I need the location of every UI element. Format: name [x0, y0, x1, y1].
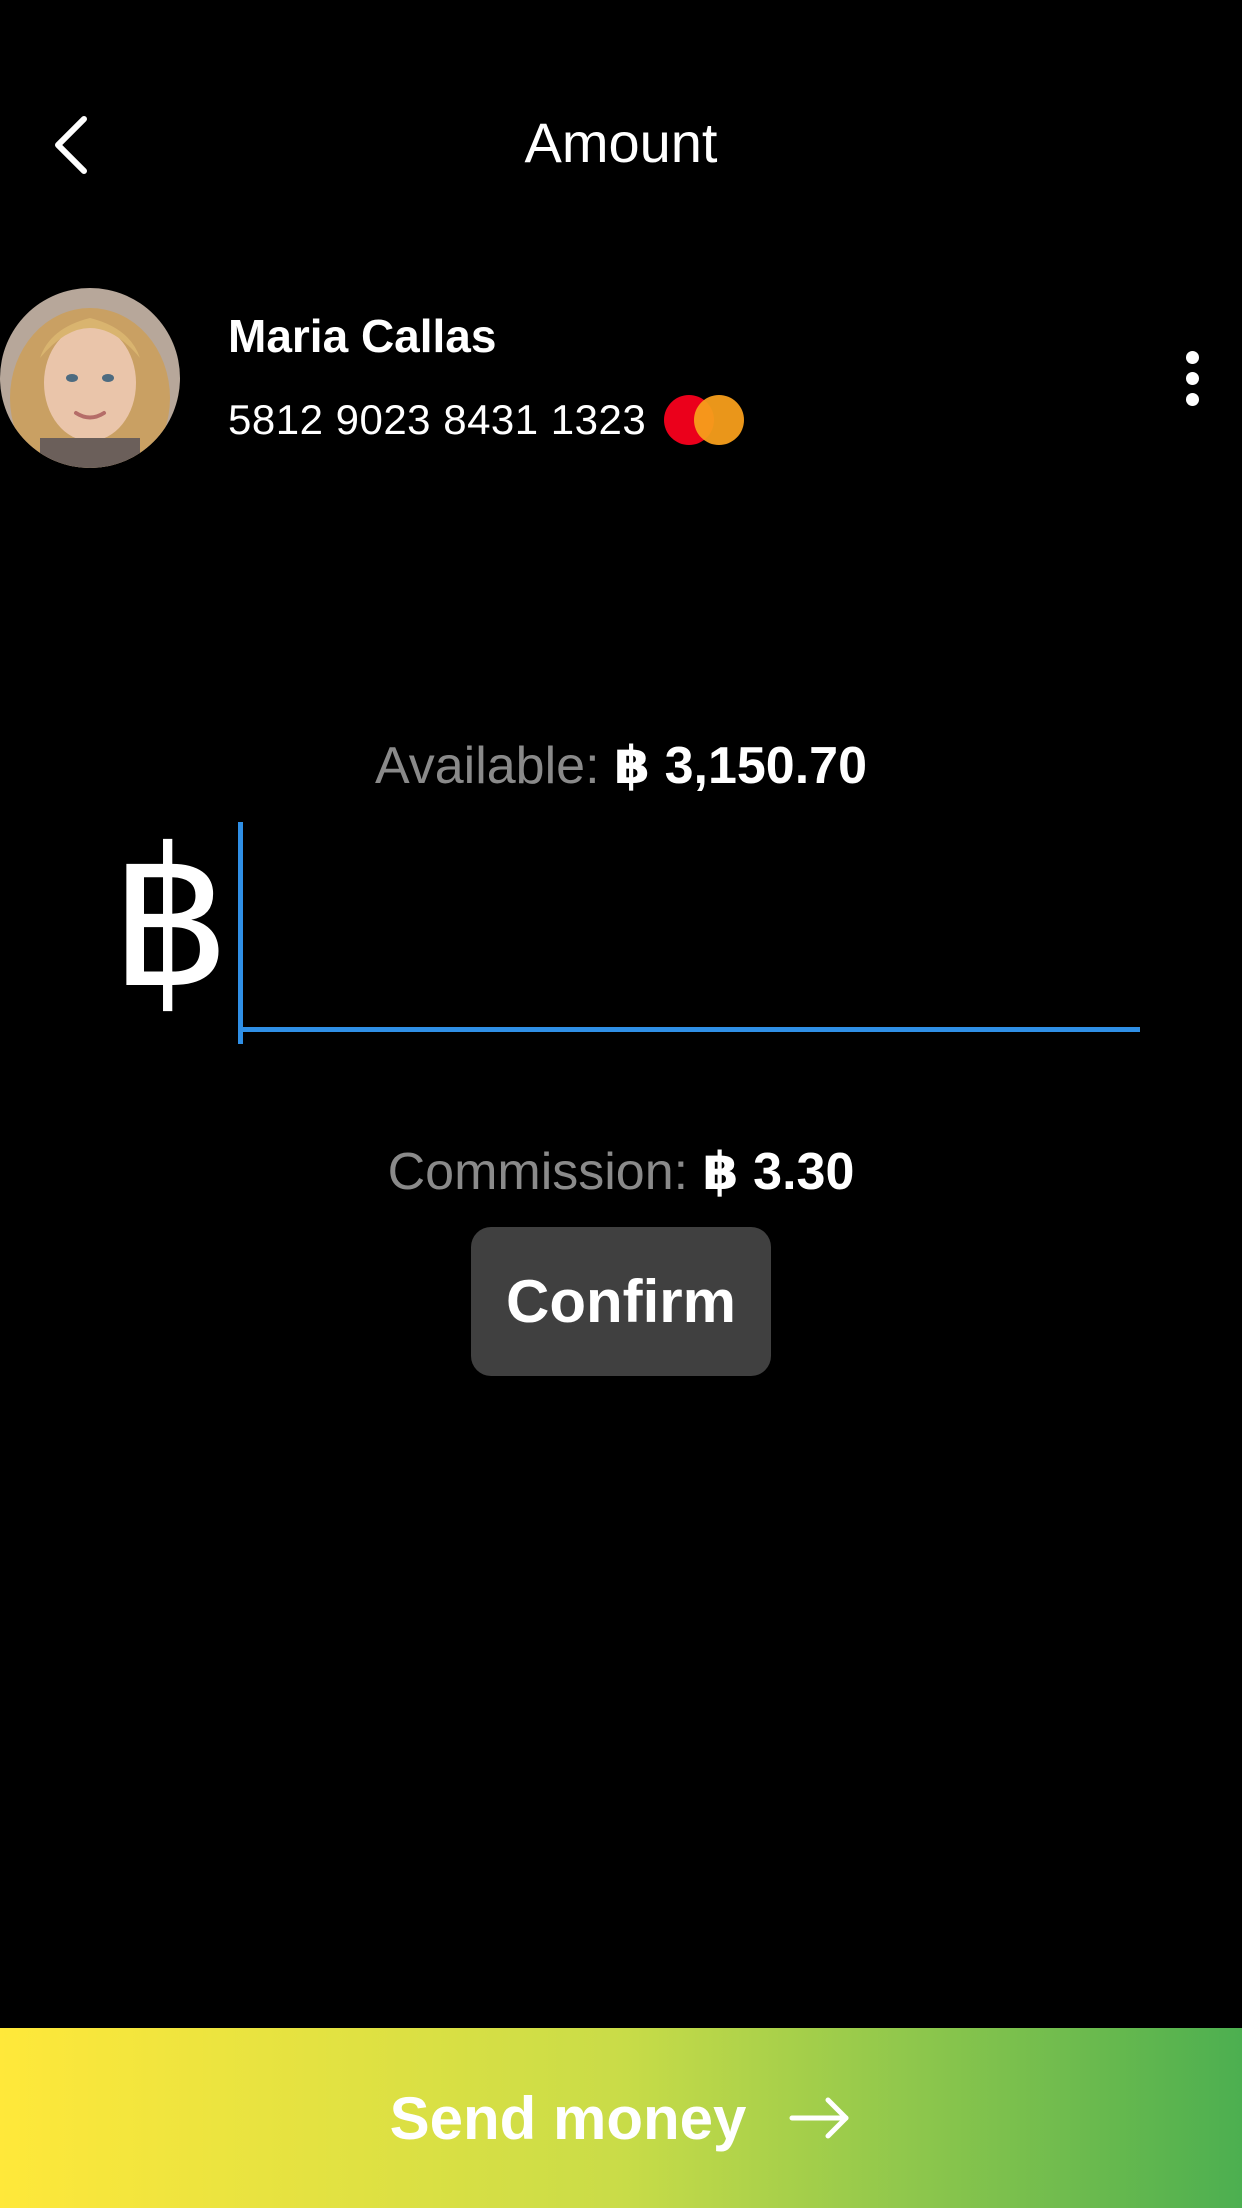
recipient-card: Maria Callas 5812 9023 8431 1323: [0, 288, 1242, 468]
card-number: 5812 9023 8431 1323: [228, 396, 647, 443]
text-caret: [238, 822, 243, 1044]
more-vertical-icon: [1185, 350, 1199, 364]
arrow-right-icon: [788, 2096, 852, 2140]
send-money-button[interactable]: Send money: [0, 2028, 1242, 2208]
more-options-button[interactable]: [1152, 328, 1232, 428]
page-title: Amount: [524, 111, 718, 174]
send-money-label: Send money: [389, 2084, 747, 2152]
mastercard-logo-icon: [664, 395, 745, 445]
available-value: ฿ 3,150.70: [613, 737, 868, 795]
commission-label: Commission:: [387, 1143, 689, 1201]
card-info: 5812 9023 8431 1323: [228, 392, 745, 448]
available-label: Available:: [374, 737, 600, 795]
avatar[interactable]: [0, 288, 180, 468]
recipient-name: Maria Callas: [228, 310, 497, 362]
commission-value: ฿ 3.30: [702, 1143, 855, 1201]
currency-symbol: ฿: [110, 814, 231, 1026]
commission-info: Commission: ฿ 3.30: [0, 1140, 1242, 1204]
confirm-button[interactable]: Confirm: [471, 1227, 771, 1376]
available-balance: Available: ฿ 3,150.70: [0, 734, 1242, 798]
amount-input[interactable]: [240, 822, 1140, 1032]
app-header: Amount: [0, 0, 1242, 290]
